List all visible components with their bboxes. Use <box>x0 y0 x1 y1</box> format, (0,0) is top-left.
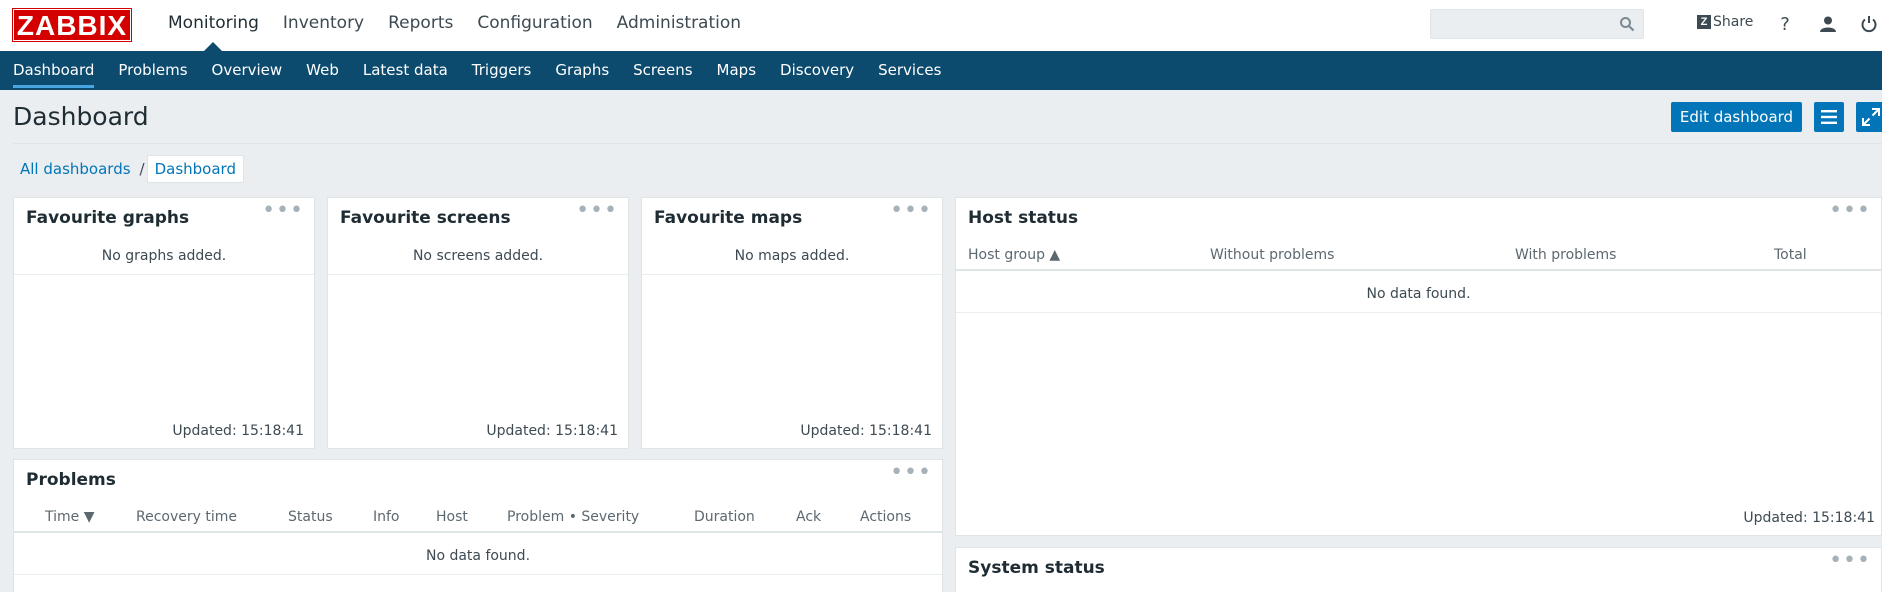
column-with-problems: With problems <box>1515 247 1617 263</box>
breadcrumb: All dashboards / Dashboard <box>13 155 244 183</box>
submenu-triggers[interactable]: Triggers <box>460 51 544 90</box>
updated-time: Updated: 15:18:41 <box>1743 510 1875 526</box>
share-link[interactable]: Z Share <box>1697 14 1753 30</box>
table-header: Time ▼ Recovery time Status Info Host Pr… <box>14 503 942 533</box>
menu-inventory[interactable]: Inventory <box>271 0 376 51</box>
search-icon[interactable] <box>1619 16 1635 32</box>
submenu-services[interactable]: Services <box>866 51 953 90</box>
menu-administration[interactable]: Administration <box>605 0 753 51</box>
widget-problems: Problems ••• Time ▼ Recovery time Status… <box>13 459 943 592</box>
widget-favourite-screens: Favourite screens ••• No screens added. … <box>327 197 629 449</box>
menu-configuration[interactable]: Configuration <box>465 0 604 51</box>
sub-menu: Dashboard Problems Overview Web Latest d… <box>0 51 1882 90</box>
zabbix-logo[interactable]: ZABBIX <box>12 8 132 42</box>
updated-time: Updated: 15:18:41 <box>486 423 618 439</box>
widget-host-status: Host status ••• Host group ▲ Without pro… <box>955 197 1882 536</box>
column-recovery-time: Recovery time <box>136 509 237 525</box>
submenu-latest-data[interactable]: Latest data <box>351 51 460 90</box>
column-host-group[interactable]: Host group ▲ <box>968 247 1060 263</box>
column-problem-severity: Problem • Severity <box>507 509 640 525</box>
dashboard-actions-button[interactable] <box>1814 102 1844 132</box>
column-total: Total <box>1774 247 1807 263</box>
empty-message: No screens added. <box>412 248 544 264</box>
empty-message: No data found. <box>425 548 531 564</box>
divider <box>328 274 628 275</box>
column-host: Host <box>436 509 468 525</box>
menu-reports[interactable]: Reports <box>376 0 465 51</box>
submenu-dashboard[interactable]: Dashboard <box>0 51 106 90</box>
widget-menu-icon[interactable]: ••• <box>576 200 618 222</box>
column-without-problems: Without problems <box>1210 247 1335 263</box>
updated-time: Updated: 15:18:41 <box>800 423 932 439</box>
submenu-overview[interactable]: Overview <box>200 51 295 90</box>
breadcrumb-current[interactable]: Dashboard <box>146 155 244 183</box>
widget-favourite-graphs: Favourite graphs ••• No graphs added. Up… <box>13 197 315 449</box>
widget-menu-icon[interactable]: ••• <box>262 200 304 222</box>
column-status: Status <box>288 509 333 525</box>
page-title: Dashboard <box>13 102 149 131</box>
widget-menu-icon[interactable]: ••• <box>1829 200 1871 222</box>
column-time[interactable]: Time ▼ <box>45 509 94 525</box>
sign-out-icon[interactable] <box>1858 13 1880 35</box>
submenu-problems[interactable]: Problems <box>106 51 199 90</box>
top-header: ZABBIX Monitoring Inventory Reports Conf… <box>0 0 1882 51</box>
help-icon[interactable]: ? <box>1774 13 1796 35</box>
fullscreen-icon <box>1862 108 1880 126</box>
widget-favourite-maps: Favourite maps ••• No maps added. Update… <box>641 197 943 449</box>
sub-menu-bar: Dashboard Problems Overview Web Latest d… <box>0 51 1882 90</box>
updated-time: Updated: 15:18:41 <box>172 423 304 439</box>
divider <box>14 274 314 275</box>
submenu-web[interactable]: Web <box>294 51 351 90</box>
empty-message: No data found. <box>1366 286 1471 302</box>
main-menu: Monitoring Inventory Reports Configurati… <box>156 0 753 51</box>
table-header: Host group ▲ Without problems With probl… <box>956 241 1881 271</box>
submenu-maps[interactable]: Maps <box>705 51 768 90</box>
divider <box>14 574 942 575</box>
widget-menu-icon[interactable]: ••• <box>890 462 932 484</box>
widget-title: Favourite graphs <box>26 208 190 228</box>
share-icon: Z <box>1697 15 1711 29</box>
column-ack: Ack <box>796 509 822 525</box>
breadcrumb-all-dashboards[interactable]: All dashboards <box>13 156 138 182</box>
search-input[interactable] <box>1431 10 1611 38</box>
header-divider <box>13 143 1882 144</box>
breadcrumb-separator: / <box>139 160 145 178</box>
widget-title: Favourite maps <box>654 208 803 228</box>
column-info: Info <box>373 509 400 525</box>
column-duration: Duration <box>694 509 755 525</box>
search-box <box>1430 9 1644 39</box>
widget-menu-icon[interactable]: ••• <box>1829 550 1871 572</box>
column-actions: Actions <box>860 509 912 525</box>
divider <box>642 274 942 275</box>
submenu-graphs[interactable]: Graphs <box>543 51 621 90</box>
divider <box>956 312 1881 313</box>
widget-title: Problems <box>26 470 116 490</box>
widget-system-status: System status ••• <box>955 547 1882 592</box>
edit-dashboard-button[interactable]: Edit dashboard <box>1671 102 1802 132</box>
hamburger-menu-icon <box>1821 110 1837 124</box>
widget-title: System status <box>968 558 1105 578</box>
empty-message: No maps added. <box>734 248 850 264</box>
widget-title: Favourite screens <box>340 208 511 228</box>
empty-message: No graphs added. <box>101 248 227 264</box>
menu-monitoring[interactable]: Monitoring <box>156 0 271 51</box>
fullscreen-button[interactable] <box>1856 102 1882 132</box>
submenu-discovery[interactable]: Discovery <box>768 51 866 90</box>
share-label: Share <box>1713 14 1754 30</box>
widget-title: Host status <box>968 208 1079 228</box>
widget-menu-icon[interactable]: ••• <box>890 200 932 222</box>
submenu-screens[interactable]: Screens <box>621 51 704 90</box>
user-profile-icon[interactable] <box>1817 13 1839 35</box>
